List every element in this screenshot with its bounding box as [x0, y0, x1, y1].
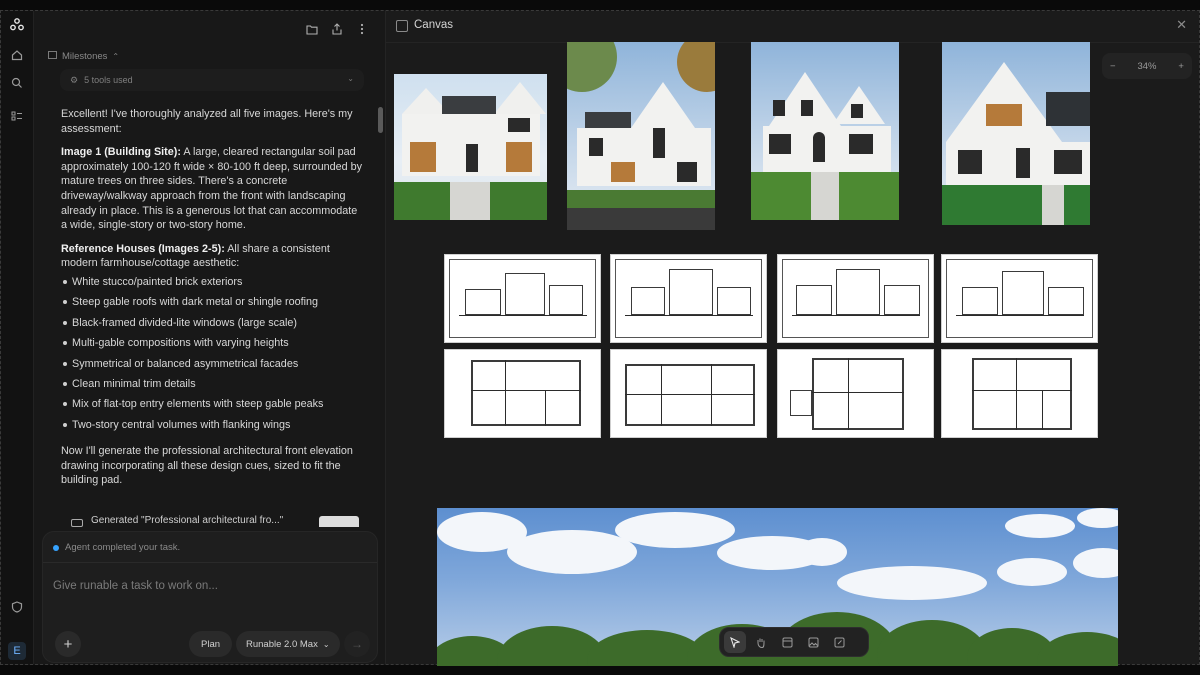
- image-icon: [71, 519, 83, 527]
- canvas-panel: Canvas ✕ − 34% +: [386, 11, 1199, 666]
- reference-photo[interactable]: [751, 42, 899, 220]
- add-attachment-button[interactable]: +: [55, 631, 81, 657]
- zoom-out-button[interactable]: −: [1110, 61, 1116, 72]
- image1-title: Image 1 (Building Site):: [61, 146, 181, 159]
- more-icon[interactable]: [354, 21, 370, 37]
- tools-icon: ⚙: [70, 74, 79, 85]
- canvas-title: Canvas: [414, 19, 453, 31]
- avatar[interactable]: E: [8, 642, 26, 660]
- task-status: Agent completed your task.: [53, 542, 180, 553]
- zoom-control: − 34% +: [1102, 53, 1192, 79]
- intro-paragraph: Excellent! I've thoroughly analyzed all …: [61, 108, 353, 135]
- image-icon[interactable]: [802, 631, 824, 653]
- floor-plan-drawing[interactable]: [777, 349, 934, 438]
- chat-scrollbar[interactable]: [378, 107, 383, 133]
- plan-button[interactable]: Plan: [189, 631, 233, 657]
- elevation-drawing[interactable]: [444, 254, 601, 343]
- list-item: Black-framed divided-lite windows (large…: [61, 316, 363, 331]
- list-item: Steep gable roofs with dark metal or shi…: [61, 295, 363, 310]
- generated-thumbnail[interactable]: [319, 516, 359, 527]
- list-item: Symmetrical or balanced asymmetrical fac…: [61, 357, 363, 372]
- share-icon[interactable]: [329, 21, 345, 37]
- reference-paragraph: Reference Houses (Images 2-5): All share…: [61, 242, 363, 271]
- canvas-icon: [396, 20, 408, 32]
- generated-image-row[interactable]: Generated "Professional architectural fr…: [61, 513, 367, 527]
- image1-body: A large, cleared rectangular soil pad ap…: [61, 146, 363, 232]
- chevron-up-icon: ⌃: [112, 52, 120, 61]
- chat-panel: Milestones ⌃ ⚙ 5 tools used ⌄ Excellent!…: [34, 11, 386, 664]
- pointer-icon[interactable]: [724, 631, 746, 653]
- assistant-message: Excellent! I've thoroughly analyzed all …: [61, 107, 363, 497]
- zoom-level: 34%: [1137, 60, 1157, 72]
- elevation-drawing[interactable]: [610, 254, 767, 343]
- model-selector[interactable]: Runable 2.0 Max ⌄: [236, 631, 340, 657]
- generated-row-label: Generated "Professional architectural fr…: [91, 515, 284, 526]
- tools-used-toggle[interactable]: ⚙ 5 tools used ⌄: [60, 69, 364, 91]
- app-window: E Milestones ⌃ ⚙ 5 tools used ⌄ Excellen…: [0, 10, 1200, 666]
- elevation-drawing[interactable]: [777, 254, 934, 343]
- home-icon[interactable]: [7, 45, 27, 65]
- chat-header: [34, 11, 385, 47]
- edit-image-icon[interactable]: [828, 631, 850, 653]
- plus-icon: +: [63, 635, 73, 653]
- model-label: Runable 2.0 Max: [246, 638, 318, 650]
- zoom-in-button[interactable]: +: [1178, 61, 1184, 72]
- tools-used-label: 5 tools used: [84, 75, 133, 85]
- list-item: Mix of flat-top entry elements with stee…: [61, 397, 363, 412]
- floor-plan-drawing[interactable]: [610, 349, 767, 438]
- floor-plan-drawing[interactable]: [941, 349, 1098, 438]
- list-item: Multi-gable compositions with varying he…: [61, 336, 363, 351]
- milestones-label: Milestones: [62, 51, 108, 62]
- list-item: White stucco/painted brick exteriors: [61, 275, 363, 290]
- divider: [43, 562, 377, 563]
- shield-icon[interactable]: [7, 597, 27, 617]
- reference-photo[interactable]: [394, 74, 547, 220]
- task-composer: Agent completed your task. + Plan Runabl…: [42, 531, 378, 663]
- hand-icon[interactable]: [750, 631, 772, 653]
- reference-title: Reference Houses (Images 2-5):: [61, 242, 225, 255]
- runable-logo-icon[interactable]: [7, 15, 27, 35]
- floor-plan-drawing[interactable]: [444, 349, 601, 438]
- search-icon[interactable]: [7, 73, 27, 93]
- send-button[interactable]: →: [344, 631, 370, 657]
- outro-paragraph: Now I'll generate the professional archi…: [61, 445, 353, 487]
- tasks-icon[interactable]: [7, 106, 27, 126]
- milestones-toggle[interactable]: Milestones ⌃: [48, 51, 119, 62]
- canvas-toolbar: [719, 627, 869, 657]
- list-item: Clean minimal trim details: [61, 377, 363, 392]
- milestones-icon: [48, 51, 57, 62]
- reference-photo[interactable]: [942, 42, 1090, 225]
- arrow-right-icon: →: [351, 637, 363, 651]
- list-item: Two-story central volumes with flanking …: [61, 418, 363, 433]
- task-input[interactable]: [53, 580, 353, 592]
- close-icon[interactable]: ✕: [1176, 17, 1187, 33]
- status-text: Agent completed your task.: [65, 542, 181, 553]
- elevation-drawing[interactable]: [941, 254, 1098, 343]
- chevron-down-icon: ⌄: [347, 74, 354, 83]
- chevron-down-icon: ⌄: [322, 639, 330, 649]
- reference-photo[interactable]: [567, 42, 715, 230]
- icon-rail: E: [1, 11, 34, 664]
- design-cues-list: White stucco/painted brick exteriors Ste…: [61, 275, 363, 432]
- canvas-header: Canvas ✕: [386, 11, 1199, 43]
- image1-paragraph: Image 1 (Building Site): A large, cleare…: [61, 145, 363, 233]
- status-dot-icon: [53, 544, 59, 551]
- folder-icon[interactable]: [304, 21, 320, 37]
- frame-icon[interactable]: [776, 631, 798, 653]
